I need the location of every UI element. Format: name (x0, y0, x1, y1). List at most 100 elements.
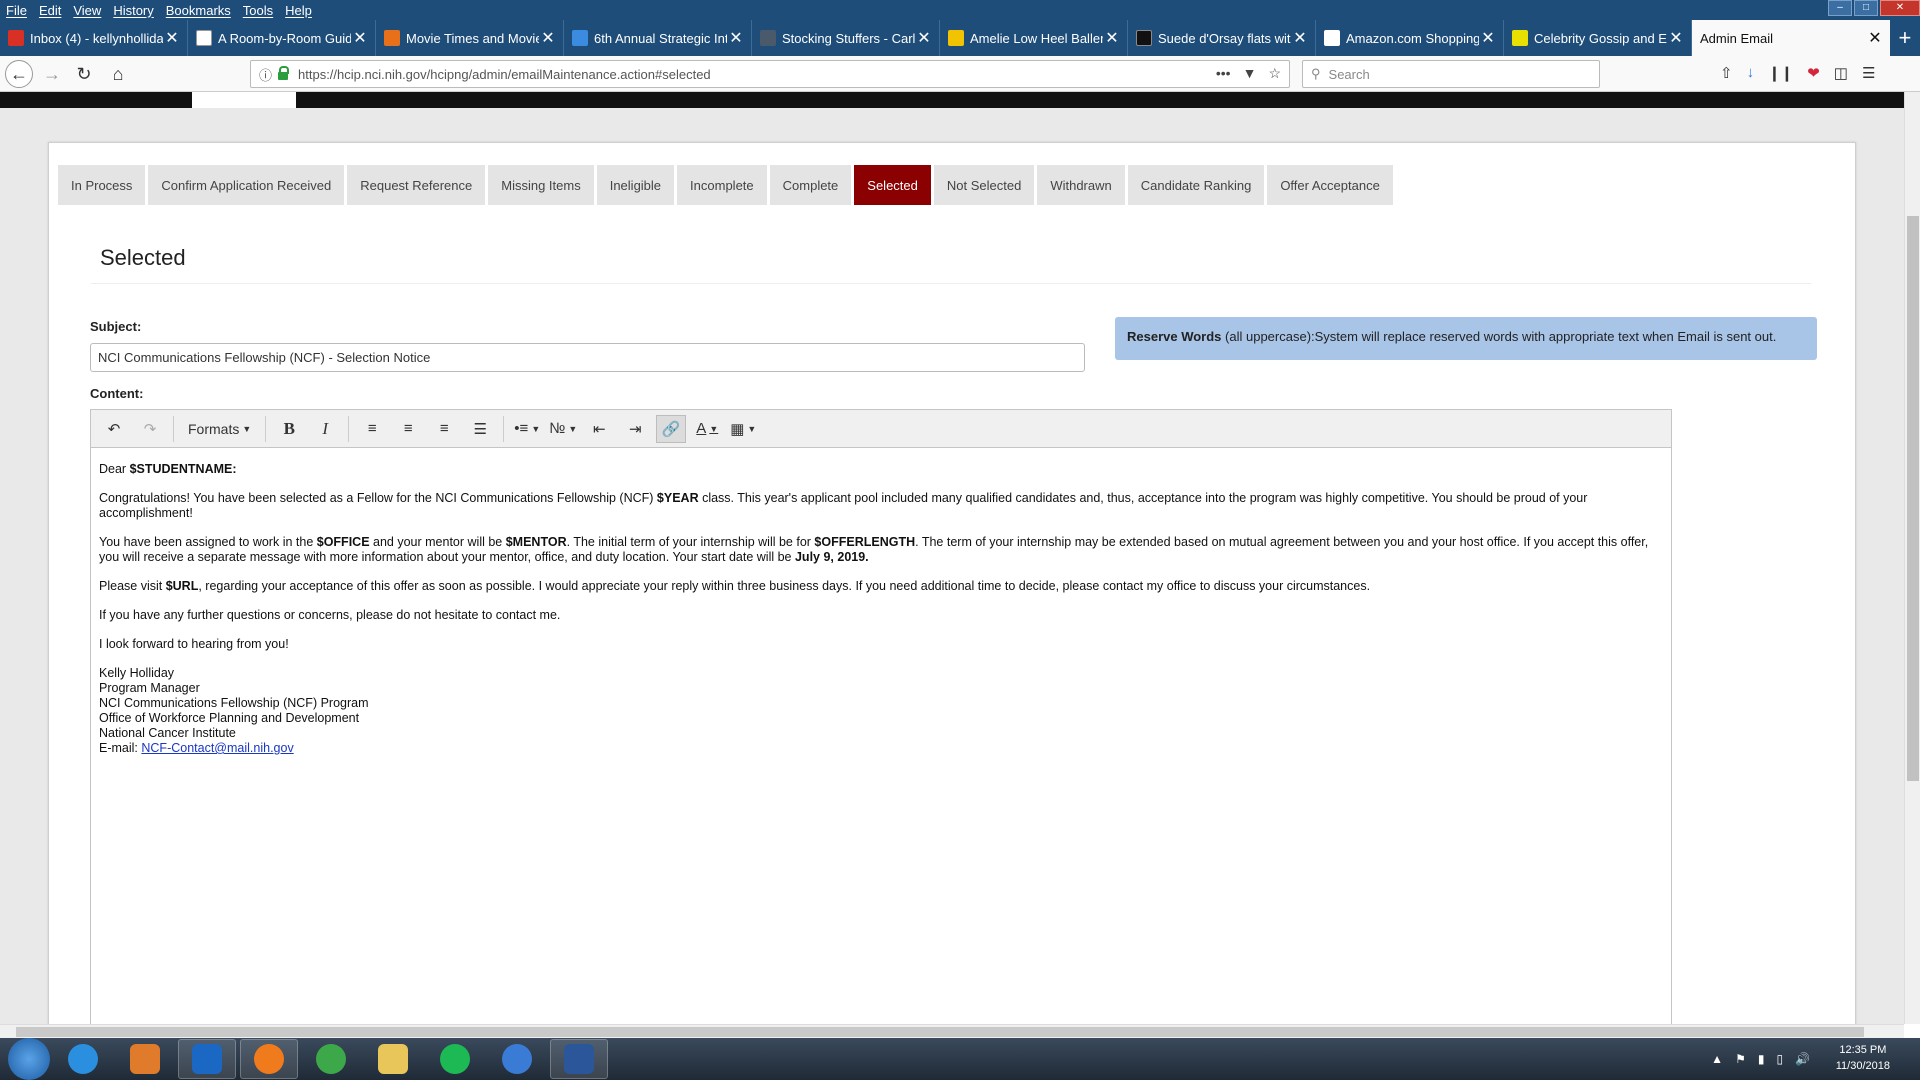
top-nav-active-item[interactable] (192, 92, 296, 108)
menu-file[interactable]: File (6, 3, 27, 18)
start-button[interactable] (8, 1038, 50, 1080)
hamburger-menu-icon[interactable]: ☰ (1862, 64, 1875, 82)
back-button[interactable]: ← (5, 60, 33, 88)
scroll-thumb[interactable] (1907, 216, 1919, 781)
table-icon[interactable]: ▦ ▼ (728, 415, 758, 443)
network-icon[interactable]: ▮ (1758, 1052, 1765, 1066)
bullet-list-icon[interactable]: •≡ ▼ (512, 415, 542, 443)
download-icon[interactable]: ↓ (1747, 64, 1755, 82)
browser-tab[interactable]: Amelie Low Heel Balleri ✕ (940, 20, 1128, 56)
tab-withdrawn[interactable]: Withdrawn (1037, 165, 1125, 205)
vertical-scrollbar[interactable] (1904, 92, 1920, 1024)
minimize-button[interactable]: – (1828, 0, 1852, 16)
search-input[interactable]: ⚲ Search (1302, 60, 1600, 88)
redo-icon[interactable]: ↷ (135, 415, 165, 443)
browser-tab[interactable]: Stocking Stuffers - Carly ✕ (752, 20, 940, 56)
italic-button[interactable]: I (310, 415, 340, 443)
close-tab-icon[interactable]: ✕ (539, 28, 557, 48)
maximize-button[interactable]: □ (1854, 0, 1878, 16)
tab-incomplete[interactable]: Incomplete (677, 165, 767, 205)
library-icon[interactable]: ❙❙ (1768, 64, 1793, 82)
info-icon[interactable]: ⓘ (259, 65, 272, 84)
menu-tools[interactable]: Tools (243, 3, 273, 18)
email-body[interactable]: Dear $STUDENTNAME: Congratulations! You … (91, 448, 1671, 770)
chat-app-icon[interactable] (488, 1039, 546, 1079)
align-left-icon[interactable]: ≡ (357, 415, 387, 443)
tab-candidate-ranking[interactable]: Candidate Ranking (1127, 165, 1265, 205)
new-tab-button[interactable]: + (1890, 20, 1920, 56)
tab-offer-acceptance[interactable]: Offer Acceptance (1267, 165, 1393, 205)
sidebar-icon[interactable]: ◫ (1834, 64, 1848, 82)
close-tab-icon[interactable]: ✕ (163, 28, 181, 48)
close-tab-icon[interactable]: ✕ (915, 28, 933, 48)
close-tab-icon[interactable]: ✕ (1866, 28, 1884, 48)
browser-tab[interactable]: 6th Annual Strategic Inte ✕ (564, 20, 752, 56)
tab-missing-items[interactable]: Missing Items (488, 165, 594, 205)
word-icon[interactable] (550, 1039, 608, 1079)
close-tab-icon[interactable]: ✕ (1291, 28, 1309, 48)
scroll-thumb[interactable] (16, 1027, 1864, 1037)
firefox-icon[interactable] (240, 1039, 298, 1079)
email-link[interactable]: NCF-Contact@mail.nih.gov (141, 741, 293, 755)
spotify-icon[interactable] (426, 1039, 484, 1079)
paragraph-assignment: You have been assigned to work in the $O… (99, 535, 1649, 564)
align-right-icon[interactable]: ≡ (429, 415, 459, 443)
chrome-icon[interactable] (302, 1039, 360, 1079)
browser-tab-active[interactable]: Admin Email ✕ (1692, 20, 1890, 56)
page-actions-icon[interactable]: ••• (1216, 65, 1231, 82)
menu-edit[interactable]: Edit (39, 3, 61, 18)
numbered-list-icon[interactable]: № ▼ (548, 415, 578, 443)
tray-arrow-icon[interactable]: ▲ (1711, 1052, 1723, 1066)
flag-icon[interactable]: ⚑ (1735, 1052, 1746, 1066)
close-tab-icon[interactable]: ✕ (351, 28, 369, 48)
tab-confirm-application-received[interactable]: Confirm Application Received (148, 165, 345, 205)
horizontal-scrollbar[interactable] (0, 1024, 1904, 1038)
indent-icon[interactable]: ⇥ (620, 415, 650, 443)
tab-selected[interactable]: Selected (854, 165, 931, 205)
reload-button[interactable]: ↻ (70, 60, 98, 88)
close-tab-icon[interactable]: ✕ (1479, 28, 1497, 48)
subject-field[interactable]: NCI Communications Fellowship (NCF) - Se… (90, 343, 1085, 372)
media-player-icon[interactable] (116, 1039, 174, 1079)
tab-request-reference[interactable]: Request Reference (347, 165, 486, 205)
outlook-icon[interactable] (178, 1039, 236, 1079)
browser-tab[interactable]: Inbox (4) - kellynholliday ✕ (0, 20, 188, 56)
close-tab-icon[interactable]: ✕ (1667, 28, 1685, 48)
align-justify-icon[interactable]: ☰ (465, 415, 495, 443)
menu-view[interactable]: View (73, 3, 101, 18)
menu-history[interactable]: History (113, 3, 153, 18)
file-explorer-icon[interactable] (364, 1039, 422, 1079)
forward-button[interactable]: → (38, 60, 66, 88)
share-icon[interactable]: ⇧ (1720, 64, 1733, 82)
undo-icon[interactable]: ↶ (99, 415, 129, 443)
tab-complete[interactable]: Complete (769, 165, 852, 205)
browser-tab[interactable]: Movie Times and Movie ✕ (376, 20, 564, 56)
link-icon[interactable]: 🔗 (656, 414, 687, 443)
clock[interactable]: 12:35 PM 11/30/2018 (1836, 1042, 1890, 1074)
browser-tab[interactable]: Amazon.com Shopping ✕ (1316, 20, 1504, 56)
close-tab-icon[interactable]: ✕ (727, 28, 745, 48)
url-bar[interactable]: ⓘ https://hcip.nci.nih.gov/hcipng/admin/… (250, 60, 1290, 88)
browser-tab[interactable]: Suede d'Orsay flats with ✕ (1128, 20, 1316, 56)
browser-tab[interactable]: A Room-by-Room Guide ✕ (188, 20, 376, 56)
pocket-icon[interactable]: ▼ (1243, 65, 1257, 82)
formats-dropdown[interactable]: Formats ▼ (182, 415, 257, 443)
internet-explorer-icon[interactable] (54, 1039, 112, 1079)
browser-tab[interactable]: Celebrity Gossip and Ent ✕ (1504, 20, 1692, 56)
align-center-icon[interactable]: ≡ (393, 415, 423, 443)
tab-not-selected[interactable]: Not Selected (933, 165, 1035, 205)
close-tab-icon[interactable]: ✕ (1103, 28, 1121, 48)
menu-help[interactable]: Help (285, 3, 312, 18)
menu-bookmarks[interactable]: Bookmarks (166, 3, 231, 18)
volume-icon[interactable]: 🔊 (1795, 1052, 1810, 1066)
battery-icon[interactable]: ▯ (1776, 1052, 1783, 1066)
outdent-icon[interactable]: ⇤ (584, 415, 614, 443)
pocket-save-icon[interactable]: ❤ (1807, 64, 1820, 82)
close-window-button[interactable]: ✕ (1880, 0, 1920, 16)
tab-in-process[interactable]: In Process (58, 165, 146, 205)
bookmark-star-icon[interactable]: ☆ (1268, 65, 1281, 82)
tab-ineligible[interactable]: Ineligible (596, 165, 675, 205)
text-color-icon[interactable]: A ▼ (692, 415, 722, 443)
bold-button[interactable]: B (274, 415, 304, 443)
home-button[interactable]: ⌂ (104, 60, 132, 88)
